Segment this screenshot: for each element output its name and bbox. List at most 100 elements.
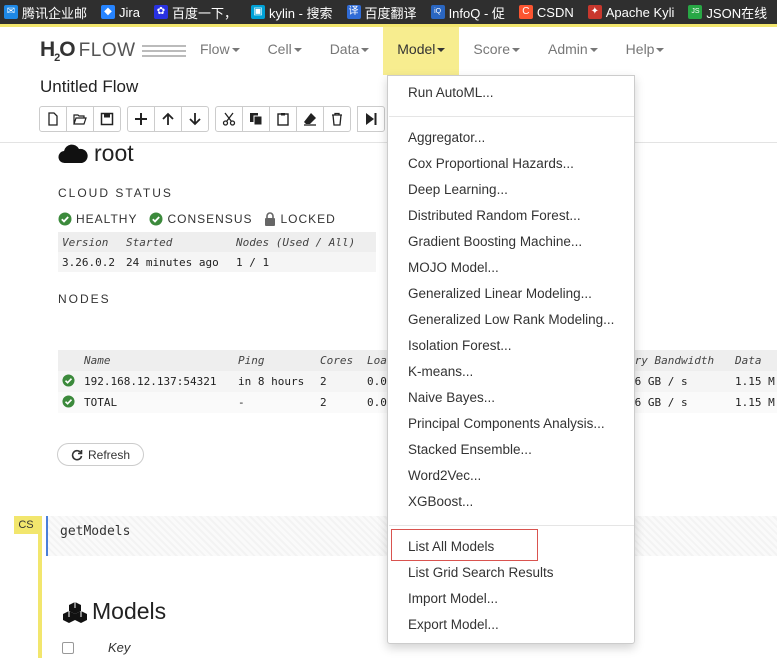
caret-down-icon xyxy=(589,48,598,53)
cloud-status-heading: CLOUD STATUS xyxy=(58,186,173,200)
caret-down-icon xyxy=(231,48,240,53)
scissors-icon xyxy=(222,112,236,126)
menu-run-automl[interactable]: Run AutoML... xyxy=(408,85,494,100)
move-up-button[interactable] xyxy=(154,106,182,132)
menu-isolation-forest[interactable]: Isolation Forest... xyxy=(408,338,512,353)
menu-kmeans[interactable]: K-means... xyxy=(408,364,473,379)
new-flow-button[interactable] xyxy=(39,106,67,132)
menu-divider xyxy=(389,116,634,117)
menu-deep-learning[interactable]: Deep Learning... xyxy=(408,182,508,197)
menu-export-model[interactable]: Export Model... xyxy=(408,617,499,632)
save-flow-button[interactable] xyxy=(93,106,121,132)
bookmark-csdn[interactable]: C CSDN xyxy=(518,5,574,20)
main-nav: Flow Cell Data Model Score Admin Help xyxy=(186,27,678,75)
menu-aggregator[interactable]: Aggregator... xyxy=(408,130,485,145)
arrow-down-icon xyxy=(189,113,201,126)
clear-cell-button[interactable] xyxy=(296,106,324,132)
refresh-button[interactable]: Refresh xyxy=(57,443,145,466)
apache-icon: ✦ xyxy=(587,5,602,19)
menu-mojo[interactable]: MOJO Model... xyxy=(408,260,499,275)
check-circle-icon xyxy=(62,374,75,387)
nav-data[interactable]: Data xyxy=(316,27,384,75)
bookmark-baidu[interactable]: ✿ 百度一下， xyxy=(153,3,237,22)
menu-xgboost[interactable]: XGBoost... xyxy=(408,494,473,509)
csdn-icon: C xyxy=(518,5,533,19)
nav-admin[interactable]: Admin xyxy=(534,27,612,75)
nav-cell[interactable]: Cell xyxy=(254,27,316,75)
menu-word2vec[interactable]: Word2Vec... xyxy=(408,468,481,483)
flow-title[interactable]: Untitled Flow xyxy=(40,77,138,97)
run-cell-button[interactable] xyxy=(357,106,385,132)
key-column-header: Key xyxy=(108,640,131,655)
cell-code-text: getModels xyxy=(60,524,131,539)
paste-button[interactable] xyxy=(269,106,297,132)
nav-flow[interactable]: Flow xyxy=(186,27,254,75)
save-icon xyxy=(100,112,114,126)
bookmark-json[interactable]: JS JSON在线 xyxy=(688,3,767,22)
nodes-heading: NODES xyxy=(58,292,111,306)
check-circle-icon xyxy=(58,212,72,226)
plus-icon xyxy=(135,113,147,125)
copy-button[interactable] xyxy=(242,106,270,132)
file-icon xyxy=(48,112,58,126)
lock-icon xyxy=(265,212,276,226)
models-table-header: Key xyxy=(62,640,130,655)
bookmark-kylin-search[interactable]: ▣ kylin - 搜索 xyxy=(250,3,333,22)
models-title: Models xyxy=(62,598,166,625)
menu-stacked-ensemble[interactable]: Stacked Ensemble... xyxy=(408,442,532,457)
highlight-list-all-models xyxy=(391,529,538,561)
menu-naive-bayes[interactable]: Naive Bayes... xyxy=(408,390,495,405)
h2o-flow-logo[interactable]: H2O FLOW xyxy=(40,38,186,64)
menu-cox-ph[interactable]: Cox Proportional Hazards... xyxy=(408,156,574,171)
delete-cell-button[interactable] xyxy=(323,106,351,132)
bookmark-infoq[interactable]: iQ InfoQ - 促 xyxy=(430,3,505,22)
status-consensus: CONSENSUS xyxy=(149,212,252,226)
menu-glrm[interactable]: Generalized Low Rank Modeling... xyxy=(408,312,614,327)
cloud-icon xyxy=(58,144,88,163)
caret-down-icon xyxy=(293,48,302,53)
menu-gbm[interactable]: Gradient Boosting Machine... xyxy=(408,234,582,249)
menu-glm[interactable]: Generalized Linear Modeling... xyxy=(408,286,592,301)
cloud-status-row: HEALTHY CONSENSUS LOCKED xyxy=(58,212,336,226)
toolbar xyxy=(39,106,391,132)
cut-button[interactable] xyxy=(215,106,243,132)
cubes-icon xyxy=(63,601,87,623)
caret-down-icon xyxy=(437,48,446,53)
logo-flow: FLOW xyxy=(78,40,136,62)
bookmark-apache-kylin[interactable]: ✦ Apache Kyli xyxy=(587,5,674,20)
trash-icon xyxy=(332,112,342,126)
bookmark-jira[interactable]: ◆ Jira xyxy=(101,5,140,20)
cell-type-tag[interactable]: CS xyxy=(14,516,38,534)
select-all-checkbox[interactable] xyxy=(62,641,74,654)
translate-icon: 译 xyxy=(346,5,361,19)
nav-help[interactable]: Help xyxy=(612,27,679,75)
arrow-up-icon xyxy=(162,112,174,125)
menu-drf[interactable]: Distributed Random Forest... xyxy=(408,208,581,223)
menu-list-grid-search-results[interactable]: List Grid Search Results xyxy=(408,565,554,580)
table-row: 3.26.0.2 24 minutes ago 1 / 1 xyxy=(58,252,376,272)
move-down-button[interactable] xyxy=(181,106,209,132)
cloud-info-table: Version Started Nodes (Used / All) 3.26.… xyxy=(58,232,376,272)
caret-down-icon xyxy=(361,48,370,53)
nav-score[interactable]: Score xyxy=(459,27,534,75)
bookmark-mail[interactable]: ✉ 腾讯企业邮 xyxy=(4,3,87,22)
cell-gutter xyxy=(38,516,42,658)
menu-import-model[interactable]: Import Model... xyxy=(408,591,498,606)
copy-icon xyxy=(250,113,263,126)
json-icon: JS xyxy=(688,5,703,19)
logo-lines xyxy=(141,42,186,60)
step-forward-icon xyxy=(366,113,377,125)
logo-h2o: H2O xyxy=(40,38,76,65)
status-healthy: HEALTHY xyxy=(58,212,137,226)
refresh-icon xyxy=(71,449,83,460)
nav-model[interactable]: Model xyxy=(383,27,460,75)
folder-open-icon xyxy=(73,114,87,125)
insert-cell-button[interactable] xyxy=(127,106,155,132)
check-circle-icon xyxy=(62,395,75,408)
menu-pca[interactable]: Principal Components Analysis... xyxy=(408,416,605,431)
bookmark-translate[interactable]: 译 百度翻译 xyxy=(346,3,417,22)
open-flow-button[interactable] xyxy=(66,106,94,132)
status-locked: LOCKED xyxy=(264,212,335,226)
caret-down-icon xyxy=(656,48,665,53)
caret-down-icon xyxy=(511,48,520,53)
